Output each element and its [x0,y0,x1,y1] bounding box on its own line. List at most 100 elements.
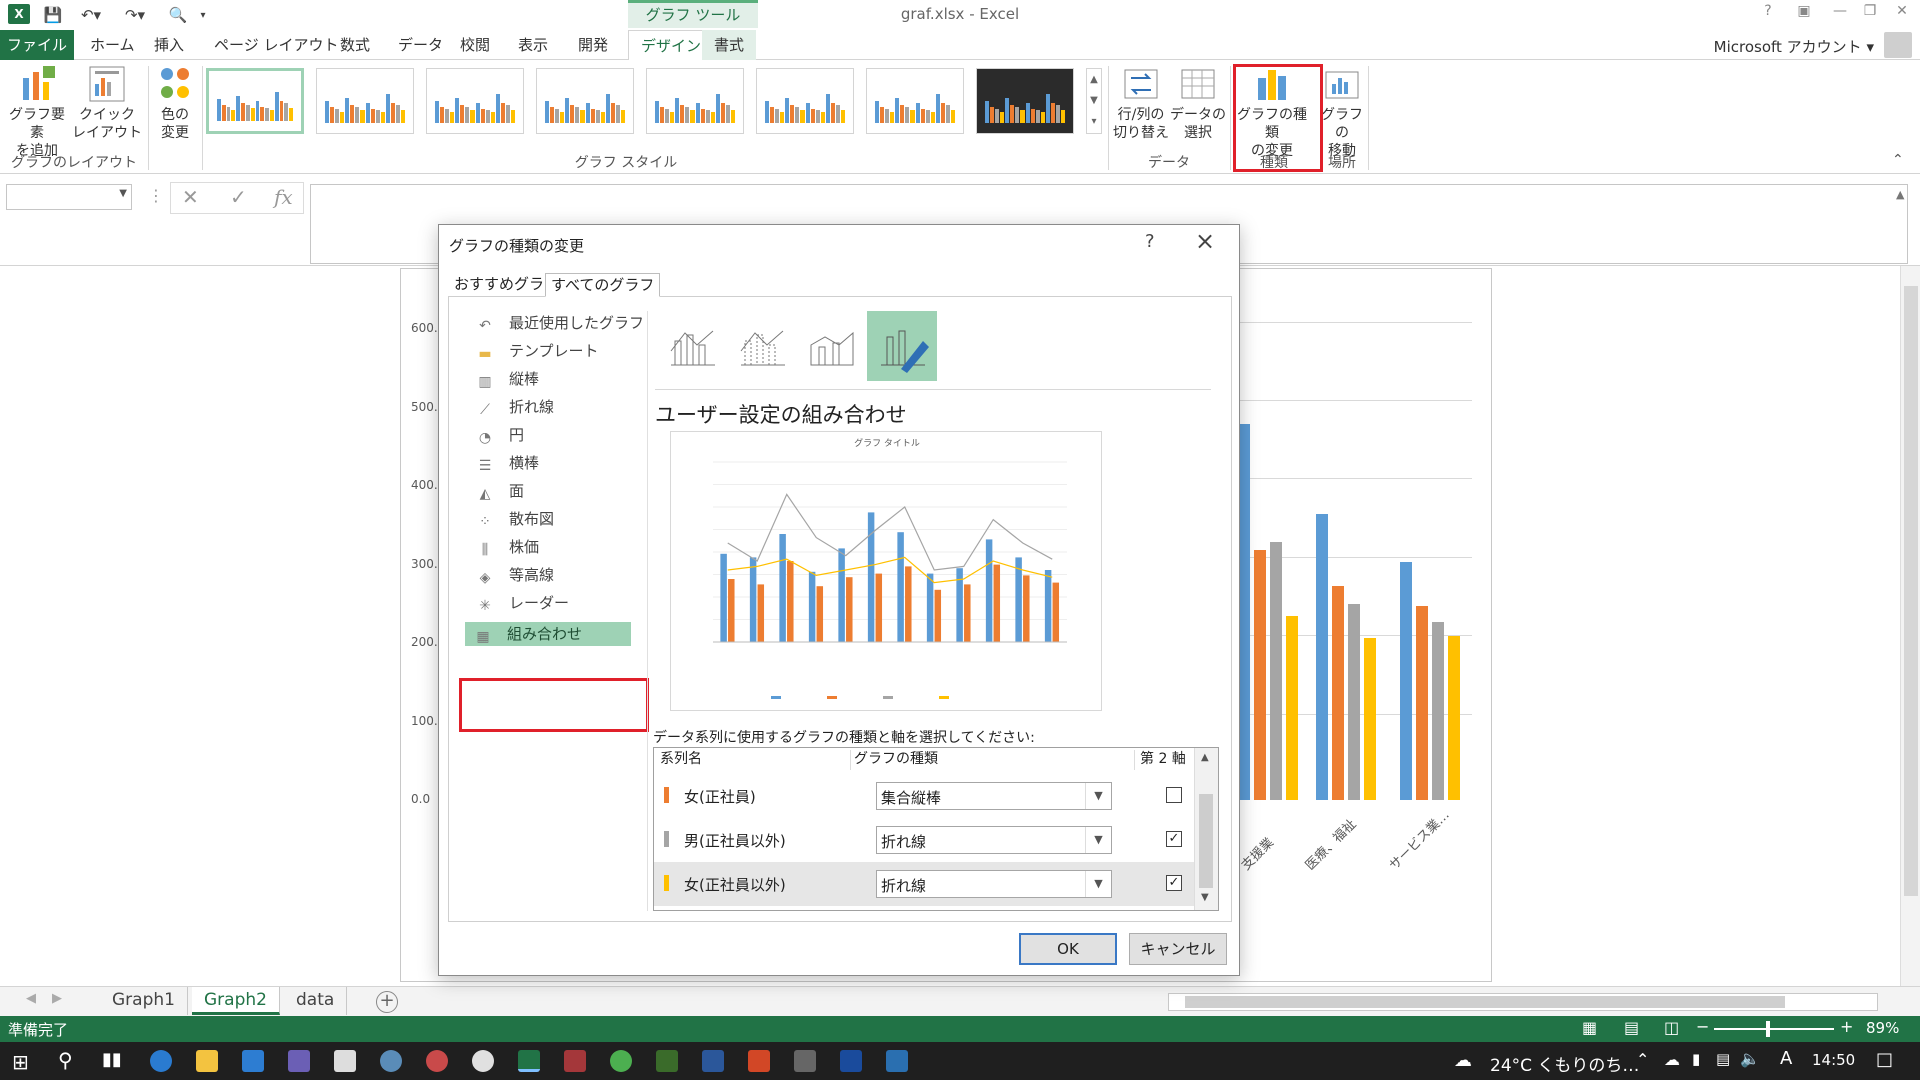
app-icon[interactable] [886,1050,908,1072]
chevron-down-icon[interactable]: ▼ [1085,871,1111,897]
add-sheet-button[interactable]: + [376,991,398,1013]
chevron-down-icon[interactable]: ▼ [119,188,127,199]
style-gallery-scroll[interactable]: ▲ ▼ ▾ [1086,68,1102,134]
close-icon[interactable]: ✕ [1888,3,1916,25]
normal-view-icon[interactable]: ▦ [1582,1018,1597,1037]
change-colors-button[interactable]: 色の 変更 [148,64,202,142]
dialog-close-icon[interactable]: × [1195,227,1215,255]
cancel-entry-icon[interactable]: ✕ [182,185,199,209]
scroll-down-icon[interactable]: ▼ [1201,892,1209,903]
chart-category-item[interactable]: ▥ 縦棒 [475,367,539,391]
select-data-button[interactable]: データの 選択 [1170,64,1226,142]
chart-type-select[interactable]: 折れ線 ▼ [876,826,1112,854]
chart-style-thumb[interactable] [976,68,1074,134]
chart-style-thumb[interactable] [646,68,744,134]
media-icon[interactable] [472,1050,494,1072]
series-row[interactable]: 男(正社員以外) 折れ線 ▼ ✓ [654,818,1194,862]
chart-category-item[interactable]: ◔ 円 [475,423,524,447]
page-break-view-icon[interactable]: ◫ [1664,1018,1679,1037]
volume-icon[interactable]: 🔈 [1740,1049,1760,1068]
clock[interactable]: 14:50 [1812,1051,1855,1069]
chart-style-thumb[interactable] [756,68,854,134]
file-explorer-icon[interactable] [196,1050,218,1072]
chrome-icon[interactable] [610,1050,632,1072]
tab-insert[interactable]: 挿入 [142,30,196,60]
edge-icon[interactable] [150,1050,172,1072]
series-table-scrollbar[interactable]: ▲ ▼ [1194,748,1218,910]
subtype-custom-combination[interactable] [867,311,937,381]
chart-category-item[interactable]: ▦ 組み合わせ [465,622,631,646]
scroll-right-icon[interactable]: ▶ [52,991,62,1006]
notification-icon[interactable]: □ [1876,1049,1893,1070]
tab-developer[interactable]: 開発 [566,30,620,60]
tab-formulas[interactable]: 数式 [328,30,382,60]
ribbon-display-icon[interactable]: ▣ [1790,3,1818,25]
restore-icon[interactable]: ❐ [1856,3,1884,25]
tab-home[interactable]: ホーム [78,30,147,60]
powerpoint-icon[interactable] [748,1050,770,1072]
switch-row-column-button[interactable]: 行/列の 切り替え [1112,64,1170,142]
subtype-stacked-area-column[interactable] [797,311,867,381]
quick-layout-button[interactable]: クイック レイアウト [72,64,142,142]
task-view-icon[interactable]: ▮▮ [102,1049,122,1070]
page-layout-view-icon[interactable]: ▤ [1624,1018,1639,1037]
onedrive-icon[interactable]: ☁ [1664,1050,1680,1069]
calendar-icon[interactable] [288,1050,310,1072]
cancel-button[interactable]: キャンセル [1129,933,1227,965]
dialog-help-icon[interactable]: ? [1145,231,1155,252]
scroll-up-icon[interactable]: ▲ [1201,752,1209,763]
notepad-icon[interactable] [334,1050,356,1072]
chart-style-thumb[interactable] [206,68,304,134]
chart-style-thumb[interactable] [536,68,634,134]
series-table-scroll-thumb[interactable] [1199,794,1213,888]
avatar[interactable] [1884,32,1912,58]
chart-category-item[interactable]: ☰ 横棒 [475,451,539,475]
add-chart-element-button[interactable]: グラフ要素 を追加 [4,64,70,160]
minimize-icon[interactable]: — [1826,3,1854,25]
name-box[interactable]: ▼ [6,184,132,210]
scroll-left-icon[interactable]: ◀ [26,991,36,1006]
weather-text[interactable]: 24°C くもりのち… [1490,1051,1639,1076]
weather-icon[interactable]: ☁ [1454,1050,1472,1071]
sheet-tab-data[interactable]: data [284,987,348,1015]
tab-all-charts[interactable]: すべてのグラフ [545,273,661,297]
chart-category-item[interactable]: ✳ レーダー [475,591,569,615]
chart-category-item[interactable]: ↶ 最近使用したグラフ [475,311,644,335]
subtype-clustered-column-line-secondary[interactable] [727,311,797,381]
zoom-slider-thumb[interactable] [1766,1021,1770,1037]
excel-taskbar-icon[interactable] [518,1050,540,1072]
access-icon[interactable] [564,1050,586,1072]
zoom-level[interactable]: 89% [1866,1019,1899,1037]
chart-category-item[interactable]: ▬ テンプレート [475,339,598,363]
move-chart-button[interactable]: グラフの 移動 [1318,64,1366,160]
app-icon[interactable] [656,1050,678,1072]
chart-style-thumb[interactable] [866,68,964,134]
account-button[interactable]: Microsoft アカウント ▾ [1714,36,1874,57]
help-icon[interactable]: ? [1754,3,1782,25]
search-icon[interactable]: ⚲ [58,1048,73,1072]
secondary-axis-checkbox[interactable]: ✓ [1166,831,1182,847]
chart-category-item[interactable]: ⫼ 株価 [475,535,539,559]
horizontal-scroll-thumb[interactable] [1185,996,1785,1008]
zoom-slider[interactable] [1714,1028,1834,1030]
collapse-ribbon-icon[interactable]: ⌃ [1892,152,1904,168]
tab-file[interactable]: ファイル [0,30,74,60]
chevron-down-icon[interactable]: ▼ [1085,783,1111,809]
vertical-scroll-thumb[interactable] [1904,286,1918,896]
zoom-in-icon[interactable]: + [1840,1017,1853,1036]
app-icon[interactable] [380,1050,402,1072]
sheet-tab-graph2[interactable]: Graph2 [192,987,280,1015]
chart-category-item[interactable]: ⁘ 散布図 [475,507,554,531]
subtype-clustered-column-line[interactable] [657,311,727,381]
ime-indicator[interactable]: A [1780,1048,1792,1069]
secondary-axis-checkbox[interactable]: ✓ [1166,875,1182,891]
zoom-out-icon[interactable]: − [1696,1017,1709,1036]
app-icon[interactable] [794,1050,816,1072]
app-icon[interactable] [426,1050,448,1072]
mail-icon[interactable] [242,1050,264,1072]
chart-category-item[interactable]: ◭ 面 [475,479,524,503]
word-icon[interactable] [702,1050,724,1072]
chart-category-item[interactable]: ◈ 等高線 [475,563,554,587]
chart-category-item[interactable]: ⟋ 折れ線 [475,395,554,419]
horizontal-scrollbar[interactable] [1168,993,1878,1011]
